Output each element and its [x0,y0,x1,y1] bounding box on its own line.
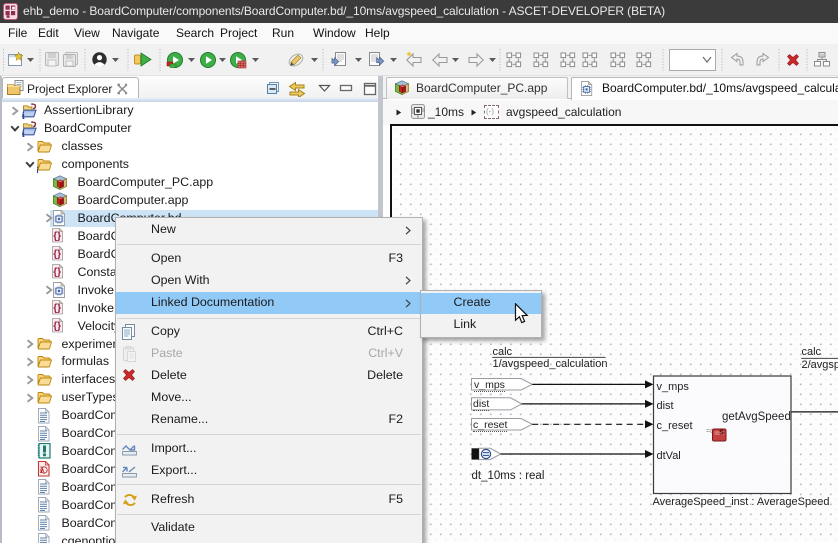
svg-text:s: s [719,427,724,437]
